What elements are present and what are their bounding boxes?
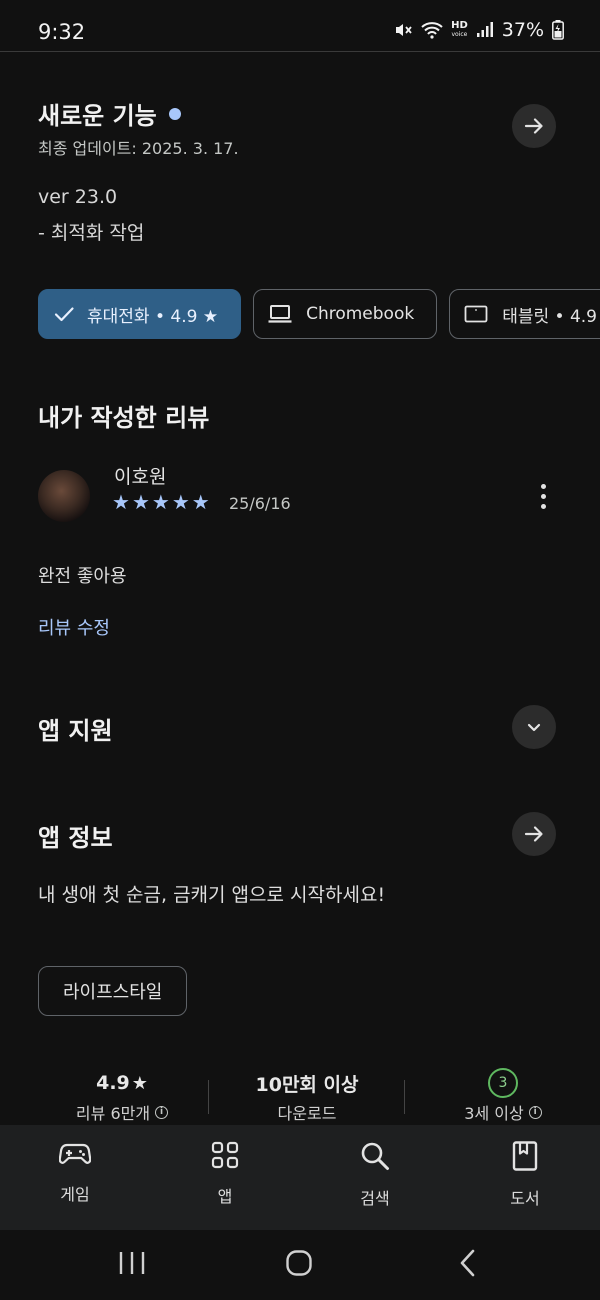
star-icon: ★: [151, 490, 170, 514]
divider: [208, 1080, 209, 1114]
laptop-icon: [268, 305, 292, 323]
reviewer-name: 이호원: [114, 466, 167, 488]
signal-icon: [476, 22, 493, 37]
release-note-version: ver 23.0: [38, 186, 118, 208]
arrow-right-icon: [524, 826, 543, 842]
avatar: [38, 470, 90, 522]
chevron-down-icon: [527, 723, 541, 732]
status-icons: HD voice 37%: [393, 19, 564, 41]
review-more-options-button[interactable]: [530, 478, 556, 514]
battery-percent: 37%: [501, 19, 544, 41]
downloads-value: 10만회 이상: [255, 1073, 359, 1096]
more-vert-icon: [540, 483, 546, 489]
mute-icon: [396, 24, 412, 36]
device-chips: 휴대전화 • 4.9 ★ Chromebook 태블릿 • 4.9: [38, 289, 600, 339]
star-icon: ★: [171, 490, 190, 514]
nav-item-games[interactable]: 게임: [25, 1141, 125, 1205]
info-icon: i: [155, 1105, 169, 1119]
nav-item-apps[interactable]: 앱: [175, 1141, 275, 1207]
tablet-icon: [464, 305, 488, 323]
nav-item-books[interactable]: 도서: [475, 1141, 575, 1209]
system-navigation-bar: [0, 1230, 600, 1300]
nav-label: 앱: [217, 1187, 233, 1206]
recent-apps-icon[interactable]: [118, 1250, 146, 1276]
check-icon: [54, 307, 74, 322]
star-icon: ★: [131, 490, 150, 514]
whats-new-arrow-button[interactable]: [512, 104, 556, 148]
chip-tablet[interactable]: 태블릿 • 4.9: [449, 289, 600, 339]
book-icon: [512, 1141, 538, 1171]
wifi-icon: [421, 22, 443, 39]
release-note-item: - 최적화 작업: [38, 222, 145, 244]
age-rating-badge: 3: [488, 1068, 518, 1098]
category-chip[interactable]: 라이프스타일: [38, 966, 188, 1016]
nav-label: 도서: [510, 1189, 540, 1208]
bottom-navigation: 게임 앱 검색 도서: [0, 1125, 600, 1230]
review-star-rating: ★ ★ ★ ★ ★: [112, 490, 210, 514]
chip-tablet-label: 태블릿 • 4.9: [502, 306, 597, 327]
chip-chromebook-label: Chromebook: [306, 304, 415, 324]
divider: [404, 1080, 405, 1114]
battery-icon: [552, 20, 564, 40]
back-icon[interactable]: [458, 1249, 478, 1277]
status-time: 9:32: [38, 20, 86, 44]
star-icon: ★: [112, 490, 130, 514]
rating-value: 4.9: [96, 1072, 130, 1094]
star-icon: ★: [191, 490, 210, 514]
star-icon: ★: [131, 1072, 148, 1094]
app-info-heading: 앱 정보: [38, 824, 113, 852]
chip-phone-label: 휴대전화 • 4.9 ★: [87, 306, 219, 327]
app-support-expand-button[interactable]: [512, 705, 556, 749]
home-icon[interactable]: [285, 1249, 313, 1277]
nav-label: 검색: [360, 1189, 390, 1208]
downloads-label: 다운로드: [277, 1104, 337, 1123]
apps-grid-icon: [211, 1141, 239, 1169]
last-updated: 최종 업데이트: 2025. 3. 17.: [38, 139, 239, 158]
info-icon: i: [528, 1105, 542, 1119]
search-icon: [361, 1142, 389, 1170]
app-description: 내 생애 첫 순금, 금캐기 앱으로 시작하세요!: [38, 884, 386, 906]
review-text: 완전 좋아용: [38, 566, 127, 587]
app-info-arrow-button[interactable]: [512, 812, 556, 856]
stat-downloads: 10만회 이상 다운로드: [226, 1068, 388, 1124]
app-stats: 4.9 ★ 리뷰 6만개 i 10만회 이상 다운로드 3 3세 이상 i: [0, 1068, 600, 1128]
edit-review-link[interactable]: 리뷰 수정: [38, 614, 110, 640]
stat-rating[interactable]: 4.9 ★ 리뷰 6만개 i: [38, 1068, 206, 1124]
nav-item-search[interactable]: 검색: [325, 1141, 425, 1209]
age-rating-label: 3세 이상: [464, 1104, 524, 1123]
stat-content-rating[interactable]: 3 3세 이상 i: [420, 1068, 586, 1124]
whats-new-heading: 새로운 기능: [38, 96, 181, 131]
my-review-heading: 내가 작성한 리뷰: [38, 404, 210, 432]
nav-label: 게임: [60, 1185, 90, 1204]
arrow-right-icon: [524, 118, 543, 134]
reviews-count: 리뷰 6만개: [75, 1104, 151, 1123]
app-support-heading: 앱 지원: [38, 717, 113, 745]
chip-chromebook[interactable]: Chromebook: [253, 289, 438, 339]
review-date: 25/6/16: [229, 494, 291, 513]
status-bar: 9:32 HD voice 37%: [0, 0, 600, 52]
new-indicator-dot: [168, 107, 181, 120]
chip-phone[interactable]: 휴대전화 • 4.9 ★: [38, 289, 242, 339]
hd-voice-icon: HD voice: [451, 20, 468, 39]
gamepad-icon: [59, 1143, 91, 1164]
